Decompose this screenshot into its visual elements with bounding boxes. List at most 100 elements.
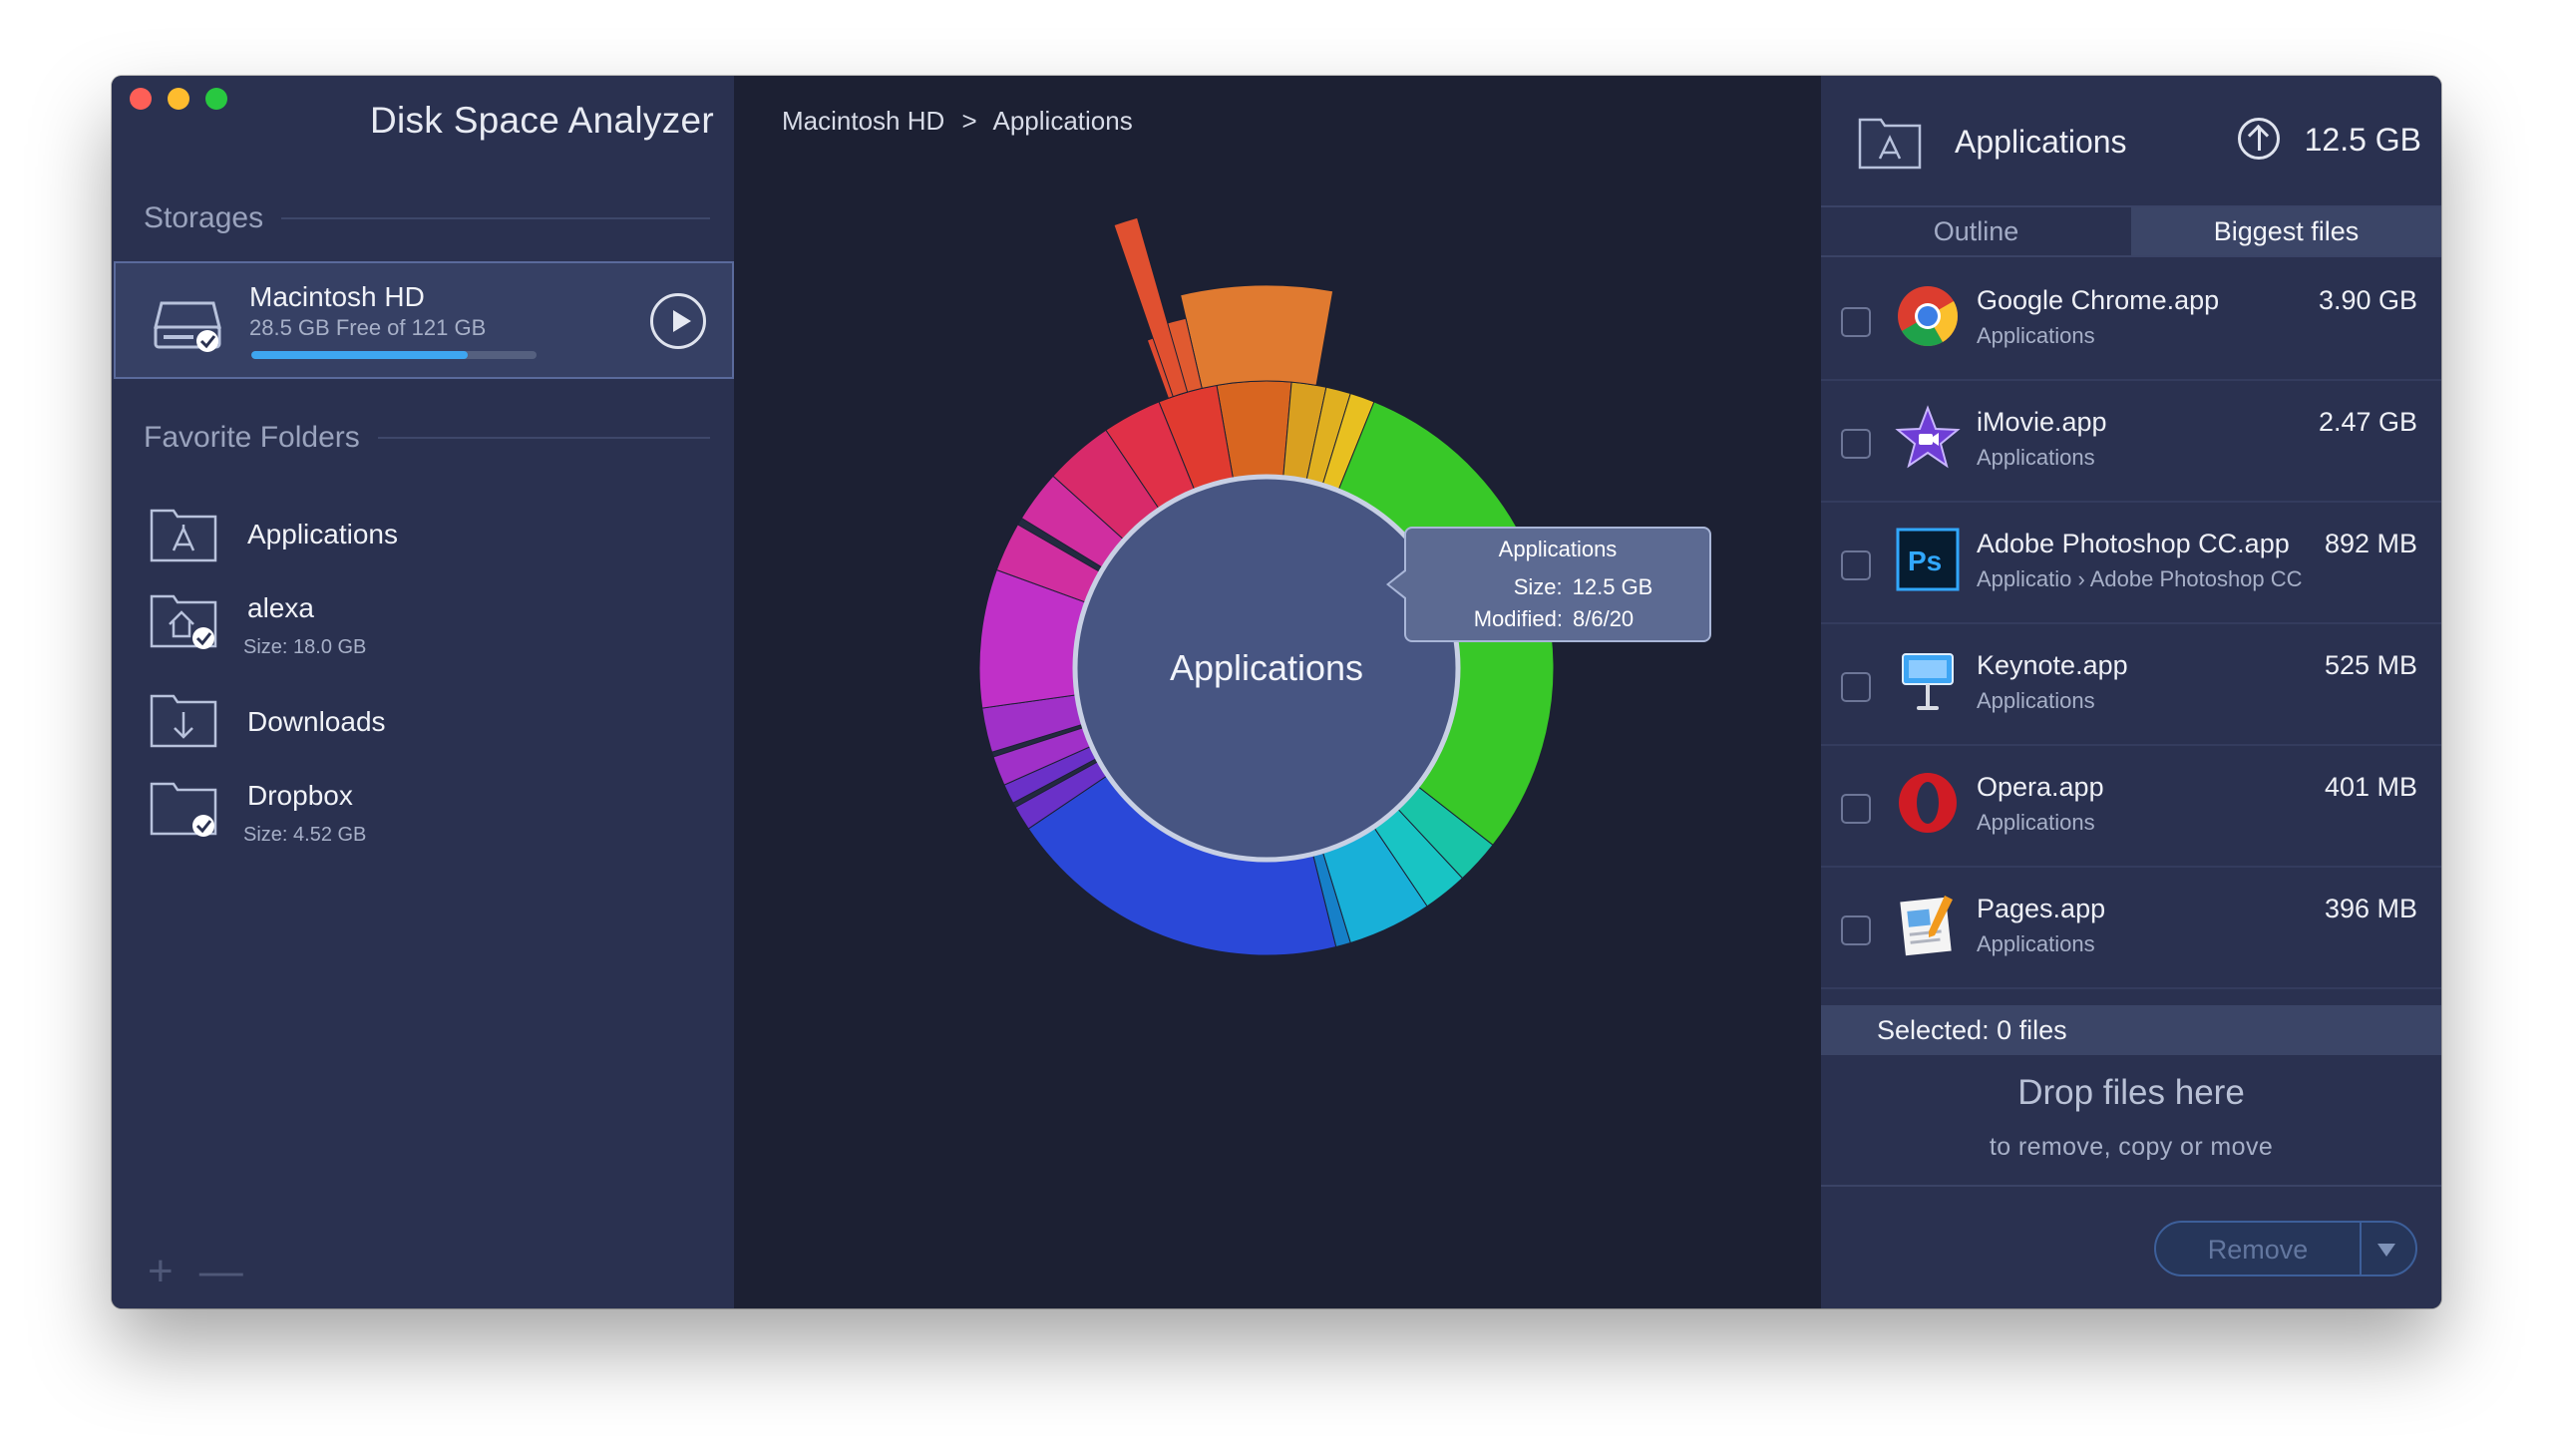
tooltip-modified-row: Modified: 8/6/20 [1406, 606, 1709, 632]
file-path: Applications [1977, 931, 2095, 956]
chrome-icon [1898, 286, 1958, 347]
details-size: 12.5 GB [2304, 122, 2421, 158]
divider [281, 217, 710, 219]
selected-count: Selected: 0 files [1877, 1015, 2067, 1045]
file-checkbox[interactable] [1841, 672, 1871, 702]
file-row[interactable]: Ps Adobe Photoshop CC.app Applicatio › A… [1821, 503, 2441, 624]
svg-text:Ps: Ps [1908, 546, 1942, 576]
app-title: Disk Space Analyzer [369, 100, 714, 141]
main-window: Disk Space Analyzer Storages Macintosh H… [112, 76, 2441, 1308]
applications-folder-icon [150, 509, 217, 562]
remove-favorite-button[interactable]: — [199, 1247, 243, 1296]
file-row[interactable]: Keynote.app Applications 525 MB [1821, 624, 2441, 746]
zoom-window-button[interactable] [205, 88, 227, 110]
home-folder-icon [150, 594, 217, 649]
divider [377, 437, 710, 439]
file-checkbox[interactable] [1841, 915, 1871, 945]
favorite-alexa[interactable]: alexa Size: 18.0 GB [148, 588, 706, 668]
file-size: 525 MB [2324, 650, 2417, 680]
file-name: Pages.app [1977, 894, 2106, 923]
favorite-size: Size: 18.0 GB [243, 636, 367, 658]
details-panel: Applications 12.5 GB Outline Biggest fil… [1821, 76, 2441, 1308]
file-checkbox[interactable] [1841, 429, 1871, 459]
applications-folder-icon [1858, 118, 1922, 170]
close-window-button[interactable] [130, 88, 152, 110]
window-controls [130, 88, 227, 110]
storage-name: Macintosh HD [249, 281, 425, 312]
storage-free-text: 28.5 GB Free of 121 GB [249, 315, 487, 340]
tooltip-size-label: Size: [1513, 574, 1563, 599]
tooltip-title: Applications [1498, 537, 1618, 561]
tooltip-modified-label: Modified: [1473, 606, 1563, 631]
sunburst-center-label: Applications [1170, 647, 1363, 688]
favorite-name: Applications [247, 519, 398, 549]
storage-usage-fill [251, 351, 469, 359]
file-size: 396 MB [2324, 894, 2417, 923]
file-checkbox[interactable] [1841, 550, 1871, 580]
storage-item-macintosh-hd[interactable]: Macintosh HD 28.5 GB Free of 121 GB [114, 261, 734, 379]
tab-biggest-files[interactable]: Biggest files [2131, 207, 2441, 255]
imovie-icon [1895, 405, 1961, 469]
favorite-name: alexa [247, 592, 314, 623]
sunburst-segment[interactable] [1113, 216, 1189, 398]
divider [2360, 1223, 2362, 1274]
divider [1821, 1185, 2441, 1187]
details-tabs: Outline Biggest files [1821, 207, 2441, 257]
storage-usage-bar [251, 351, 537, 359]
file-name: Google Chrome.app [1977, 285, 2220, 315]
folder-icon [150, 782, 217, 837]
favorite-name: Dropbox [247, 780, 353, 811]
folder-tooltip: Applications Size: 12.5 GB Modified: 8/6… [1386, 527, 1711, 642]
file-row[interactable]: Opera.app Applications 401 MB [1821, 746, 2441, 868]
file-row[interactable]: Google Chrome.app Applications 3.90 GB [1821, 259, 2441, 381]
sunburst-area: Macintosh HD > Applications Applications… [734, 76, 1821, 1308]
sunburst-segment[interactable] [1180, 284, 1334, 389]
file-name: Opera.app [1977, 772, 2104, 802]
file-name: Keynote.app [1977, 650, 2128, 680]
favorites-header-label: Favorite Folders [144, 421, 360, 454]
file-path: Applications [1977, 688, 2095, 713]
storages-header: Storages [144, 201, 710, 235]
add-favorite-button[interactable]: + [148, 1247, 174, 1296]
file-row[interactable]: iMovie.app Applications 2.47 GB [1821, 381, 2441, 503]
photoshop-icon: Ps [1896, 528, 1960, 591]
downloads-folder-icon [150, 694, 217, 748]
details-header: Applications 12.5 GB [1821, 76, 2441, 207]
details-title: Applications [1955, 124, 2127, 160]
scan-play-button[interactable] [650, 293, 706, 349]
favorite-downloads[interactable]: Downloads [148, 688, 706, 768]
sunburst-chart[interactable]: Applications [734, 76, 1821, 1308]
file-size: 3.90 GB [2318, 285, 2417, 315]
file-path: Applicatio › Adobe Photoshop CC [1977, 566, 2303, 591]
drop-zone-subtitle: to remove, copy or move [1989, 1133, 2274, 1161]
remove-button[interactable]: Remove [2154, 1221, 2417, 1276]
tooltip-modified-value: 8/6/20 [1573, 606, 1635, 631]
file-path: Applications [1977, 810, 2095, 835]
tab-outline[interactable]: Outline [1821, 207, 2131, 255]
favorite-applications[interactable]: Applications [148, 503, 706, 582]
minimize-window-button[interactable] [168, 88, 189, 110]
file-checkbox[interactable] [1841, 307, 1871, 337]
file-row[interactable]: Pages.app Applications 396 MB [1821, 868, 2441, 989]
keynote-icon [1902, 653, 1954, 710]
file-size: 401 MB [2324, 772, 2417, 802]
file-name: Adobe Photoshop CC.app [1977, 529, 2290, 558]
drop-zone-title[interactable]: Drop files here [1821, 1073, 2441, 1113]
tooltip-size-value: 12.5 GB [1572, 574, 1653, 599]
favorite-name: Downloads [247, 706, 386, 737]
selection-status-bar: Selected: 0 files [1821, 1005, 2441, 1055]
hard-drive-icon [154, 301, 221, 352]
file-name: iMovie.app [1977, 407, 2107, 437]
chevron-down-icon[interactable] [2377, 1244, 2395, 1257]
file-checkbox[interactable] [1841, 794, 1871, 824]
arrow-up-circle-icon[interactable] [2238, 118, 2280, 160]
favorite-size: Size: 4.52 GB [243, 824, 367, 846]
storages-header-label: Storages [144, 201, 264, 234]
sidebar: Disk Space Analyzer Storages Macintosh H… [112, 76, 734, 1308]
opera-icon [1899, 773, 1957, 833]
pages-icon [1900, 896, 1953, 956]
file-size: 892 MB [2324, 529, 2417, 558]
favorites-header: Favorite Folders [144, 421, 710, 455]
sidebar-bottom-buttons: + — [148, 1247, 243, 1296]
favorite-dropbox[interactable]: Dropbox Size: 4.52 GB [148, 776, 706, 856]
